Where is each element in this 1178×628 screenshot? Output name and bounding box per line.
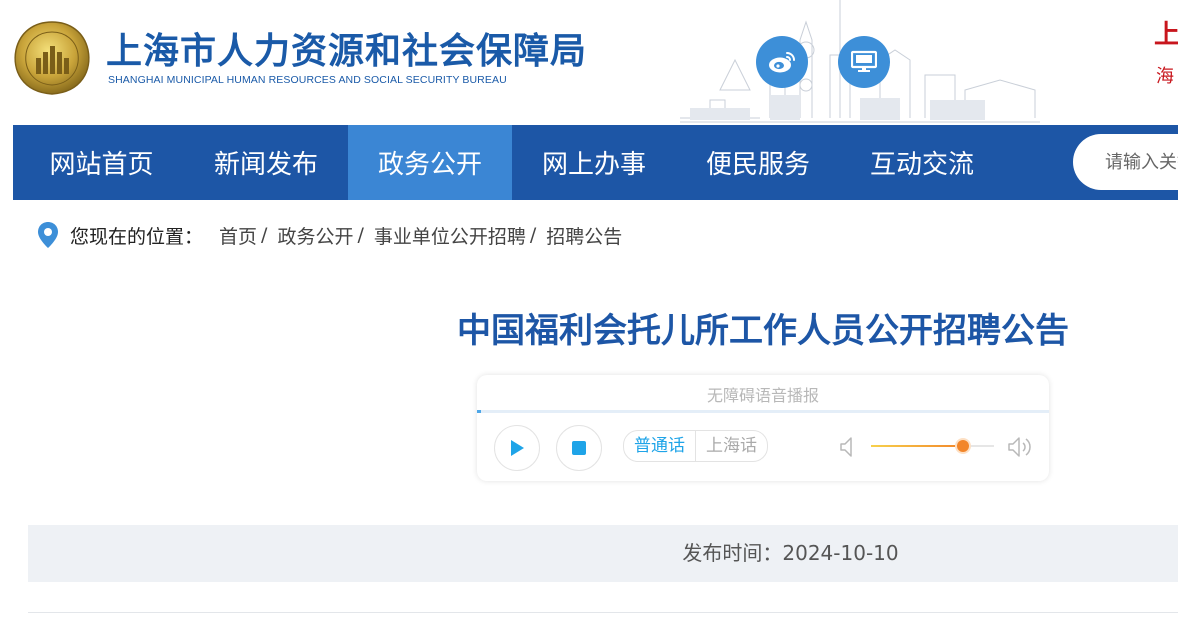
search-box bbox=[1073, 134, 1178, 190]
breadcrumb-separator: / bbox=[529, 224, 537, 246]
nav-public-services[interactable]: 便民服务 bbox=[676, 125, 840, 200]
bureau-emblem-icon bbox=[14, 21, 90, 95]
breadcrumb-separator: / bbox=[261, 224, 268, 246]
article-meta-bar: 发布时间：2024-10-10 bbox=[28, 525, 1178, 582]
play-icon bbox=[511, 440, 524, 456]
monitor-icon bbox=[851, 50, 877, 72]
mandarin-option[interactable]: 普通话 bbox=[624, 431, 695, 461]
site-subtitle: SHANGHAI MUNICIPAL HUMAN RESOURCES AND S… bbox=[108, 74, 507, 86]
location-pin-icon bbox=[38, 222, 58, 248]
volume-high-icon[interactable] bbox=[1007, 435, 1035, 459]
volume-slider[interactable] bbox=[871, 440, 994, 452]
weibo-button[interactable] bbox=[756, 36, 808, 88]
weibo-icon bbox=[769, 52, 795, 73]
corner-title-fragment: 上 bbox=[1154, 20, 1178, 50]
audio-player: 无障碍语音播报 普通话 上海话 bbox=[477, 375, 1049, 481]
corner-subtitle-fragment: 海 bbox=[1156, 66, 1174, 87]
breadcrumb: 您现在的位置： 首页 / 政务公开 / 事业单位公开招聘 / 招聘公告 bbox=[36, 218, 622, 252]
audio-player-title: 无障碍语音播报 bbox=[706, 386, 819, 405]
breadcrumb-label: 您现在的位置： bbox=[70, 225, 204, 248]
breadcrumb-home[interactable]: 首页 bbox=[219, 222, 257, 249]
audio-progress-track[interactable] bbox=[477, 410, 1049, 413]
dialect-toggle: 普通话 上海话 bbox=[623, 430, 768, 462]
publish-time: 发布时间：2024-10-10 bbox=[682, 541, 899, 565]
monitor-button[interactable] bbox=[838, 36, 890, 88]
nav-gov-affairs[interactable]: 政务公开 bbox=[348, 125, 512, 200]
stop-icon bbox=[572, 441, 586, 455]
site-header: 上海市人力资源和社会保障局 SHANGHAI MUNICIPAL HUMAN R… bbox=[0, 0, 1178, 125]
nav-online-services[interactable]: 网上办事 bbox=[512, 125, 676, 200]
volume-knob[interactable] bbox=[957, 440, 970, 452]
nav-interaction[interactable]: 互动交流 bbox=[840, 125, 1004, 200]
audio-progress-indicator bbox=[477, 410, 481, 413]
shanghainese-option[interactable]: 上海话 bbox=[695, 431, 767, 461]
breadcrumb-announcement[interactable]: 招聘公告 bbox=[546, 222, 622, 249]
search-input[interactable] bbox=[1103, 150, 1178, 174]
breadcrumb-recruitment[interactable]: 事业单位公开招聘 bbox=[374, 222, 526, 249]
nav-news[interactable]: 新闻发布 bbox=[184, 125, 348, 200]
nav-home[interactable]: 网站首页 bbox=[13, 125, 190, 200]
divider bbox=[28, 612, 1178, 613]
main-nav: 网站首页 新闻发布 政务公开 网上办事 便民服务 互动交流 bbox=[13, 125, 1178, 200]
volume-fill bbox=[871, 445, 964, 447]
volume-low-icon[interactable] bbox=[839, 435, 857, 459]
stop-button[interactable] bbox=[556, 425, 602, 471]
breadcrumb-separator: / bbox=[357, 224, 364, 246]
play-button[interactable] bbox=[494, 425, 540, 471]
site-title[interactable]: 上海市人力资源和社会保障局 bbox=[106, 22, 587, 74]
breadcrumb-gov-affairs[interactable]: 政务公开 bbox=[277, 222, 353, 249]
article-title: 中国福利会托儿所工作人员公开招聘公告 bbox=[457, 311, 1069, 351]
